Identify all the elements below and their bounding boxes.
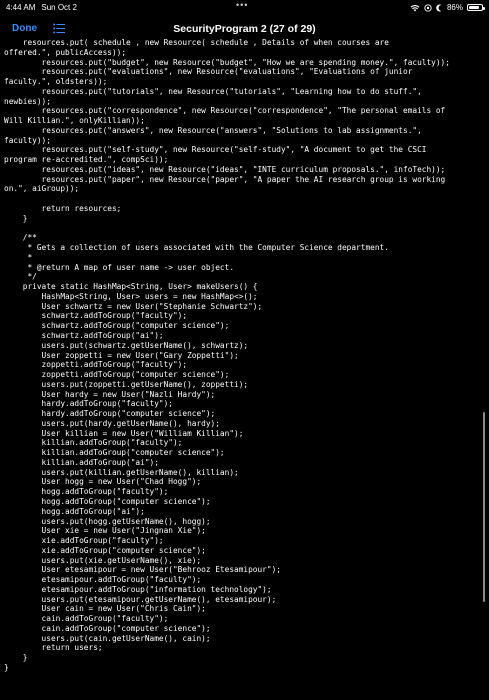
code-line: User hogg = new User("Chad Hogg"); [4,477,202,487]
code-line: resources.put("self-study", new Resource… [4,145,427,155]
battery-percent: 86% [446,3,463,12]
code-line: resources.put( schedule , new Resource( … [4,38,389,47]
code-line: hogg.addToGroup("faculty"); [4,487,169,497]
code-line: program re-accredited.", compSci)); [4,155,169,165]
code-line: User etesamipour = new User("Behrooz Ete… [4,565,281,575]
code-line: schwartz.addToGroup("ai"); [4,330,164,340]
code-line: HashMap<String, User> users = new HashMa… [4,291,258,301]
code-line: killian.addToGroup("faculty"); [4,438,183,448]
code-line: return users; [4,643,103,653]
code-line: User killian = new User("William Killian… [4,428,244,438]
code-line: resources.put("tutorials", new Resource(… [4,86,422,96]
code-document[interactable]: resources.put( schedule , new Resource( … [4,38,486,673]
code-line: zoppetti.addToGroup("faculty"); [4,360,188,370]
code-line: resources.put("ideas", new Resource("ide… [4,164,446,174]
code-line: } [4,213,28,223]
code-line: users.put(cain.getUserName(), cain); [4,633,211,643]
code-line: users.put(hogg.getUserName(), hogg); [4,516,211,526]
code-line: xie.addToGroup("faculty"); [4,536,164,546]
code-line: on.", aiGroup)); [4,184,80,194]
code-line: */ [4,272,37,282]
code-line: resources.put("paper", new Resource("pap… [4,174,446,184]
status-date: Sun Oct 2 [41,3,77,12]
code-line: killian.addToGroup("ai"); [4,457,159,467]
code-line: * @return A map of user name -> user obj… [4,262,235,272]
code-line: /** [4,233,37,243]
code-line: faculty)); [4,135,51,145]
code-line: hogg.addToGroup("computer science"); [4,496,211,506]
code-line: } [4,653,28,663]
code-line: resources.put("evaluations", new Resourc… [4,67,413,77]
code-line: offered.", publicAccess)); [4,47,127,57]
location-icon [424,3,432,12]
status-time: 4:44 AM [6,3,36,12]
multitasking-dots-icon[interactable]: ••• [236,0,248,10]
code-line: Will Killian.", onlyKillian)); [4,116,145,126]
code-line: users.put(hardy.getUserName(), hardy); [4,418,220,428]
code-line: hogg.addToGroup("ai"); [4,506,145,516]
code-line: etesamipour.addToGroup("information tech… [4,584,272,594]
document-title: SecurityProgram 2 (27 of 29) [173,23,316,35]
code-line: users.put(killian.getUserName(), killian… [4,467,239,477]
wifi-icon [410,4,420,11]
status-bar: 4:44 AM Sun Oct 2 ••• 86% [0,0,489,16]
code-line: User schwartz = new User("Stephanie Schw… [4,301,263,311]
code-line: etesamipour.addToGroup("faculty"); [4,575,202,585]
code-line: User hardy = new User("Nazli Hardy"); [4,389,216,399]
code-line: resources.put("correspondence", new Reso… [4,106,446,116]
battery-icon [467,4,485,11]
code-line: users.put(etesamipour.getUserName(), ete… [4,594,277,604]
code-line: User cain = new User("Chris Cain"); [4,604,206,614]
code-line: schwartz.addToGroup("faculty"); [4,311,188,321]
code-line: users.put(zoppetti.getUserName(), zoppet… [4,379,249,389]
code-line: User xie = new User("Jingnan Xie"); [4,526,206,536]
code-line: users.put(schwartz.getUserName(), schwar… [4,340,249,350]
code-line: cain.addToGroup("faculty"); [4,614,169,624]
scroll-indicator[interactable] [483,412,485,602]
battery-level-fill [469,6,480,9]
code-line: hardy.addToGroup("faculty"); [4,399,173,409]
code-line: zoppetti.addToGroup("computer science"); [4,370,230,380]
status-time-date: 4:44 AM Sun Oct 2 [6,3,77,12]
code-line: users.put(xie.getUserName(), xie); [4,555,202,565]
moon-icon [436,4,442,11]
code-line: cain.addToGroup("computer science"); [4,623,211,633]
code-line: private static HashMap<String, User> mak… [4,282,258,292]
code-line: hardy.addToGroup("computer science"); [4,409,216,419]
code-line: newbies)); [4,96,51,106]
code-line: User zoppetti = new User("Gary Zoppetti"… [4,350,239,360]
code-line: return resources; [4,204,122,214]
code-line: resources.put("budget", new Resource("bu… [4,57,450,67]
code-line: resources.put("answers", new Resource("a… [4,125,422,135]
code-line: schwartz.addToGroup("computer science"); [4,321,230,331]
code-line: faculty.", oldsters)); [4,77,108,87]
code-line: killian.addToGroup("computer science"); [4,448,225,458]
status-indicators: 86% [410,3,485,12]
code-line: } [4,663,9,672]
code-line: * Gets a collection of users associated … [4,243,389,253]
code-line: xie.addToGroup("computer science"); [4,545,206,555]
code-line: * [4,252,33,262]
